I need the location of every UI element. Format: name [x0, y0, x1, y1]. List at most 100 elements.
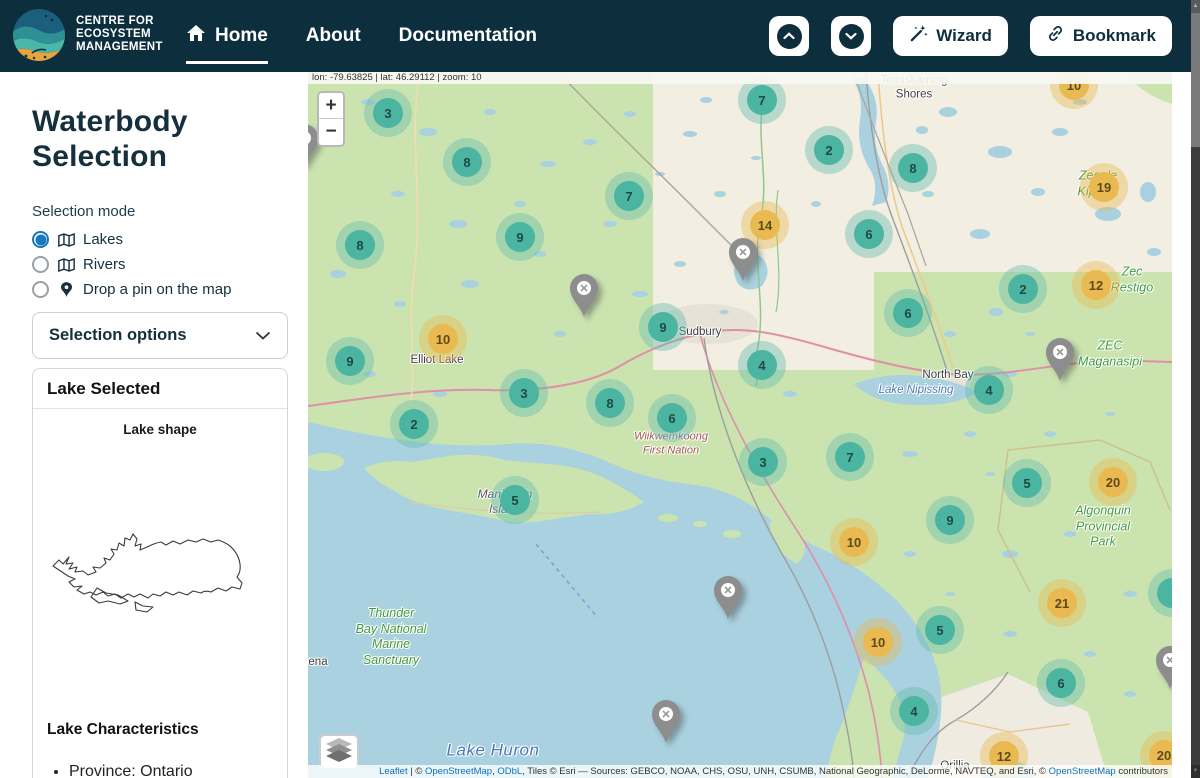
cluster-marker-teal[interactable]: 6 — [893, 298, 923, 328]
radio-rivers[interactable] — [32, 256, 49, 273]
cluster-marker-teal[interactable]: 2 — [1008, 274, 1038, 304]
cluster-marker-teal[interactable]: 8 — [452, 147, 482, 177]
cluster-marker-teal[interactable]: 3 — [373, 98, 403, 128]
map-pin-marker[interactable] — [650, 699, 682, 745]
wizard-button[interactable]: Wizard — [893, 16, 1008, 56]
lake-characteristics-list: Province: Ontario Identifier: wb_lak_018… — [69, 763, 287, 778]
map-pin-marker[interactable] — [712, 575, 744, 621]
cluster-marker-teal[interactable]: 8 — [898, 153, 928, 183]
nav-label: Documentation — [399, 25, 537, 47]
scrollbar-down-arrow-icon[interactable]: ▼ — [1191, 765, 1200, 778]
mode-label: Lakes — [83, 231, 123, 248]
header: CENTRE FOR ECOSYSTEM MANAGEMENT Home Abo… — [0, 0, 1200, 72]
cluster-marker-teal[interactable]: 6 — [657, 403, 687, 433]
selection-options-toggle[interactable]: Selection options — [32, 312, 288, 359]
lake-characteristics-title: Lake Characteristics — [47, 721, 287, 739]
scrollbar-thumb[interactable] — [1191, 13, 1200, 147]
cluster-marker-teal[interactable]: 7 — [747, 85, 777, 115]
map-marker-layer: Temiskaming ShoresSudburyNorth BayElliot… — [308, 72, 1172, 778]
bookmark-button[interactable]: Bookmark — [1030, 16, 1172, 56]
brand-line: MANAGEMENT — [76, 41, 163, 54]
app-root: CENTRE FOR ECOSYSTEM MANAGEMENT Home Abo… — [0, 0, 1200, 778]
nav-label: Home — [215, 25, 268, 47]
nav-item-about[interactable]: About — [306, 0, 361, 72]
expand-down-button[interactable] — [831, 16, 871, 56]
cluster-marker-teal[interactable]: 4 — [747, 350, 777, 380]
zoom-in-button[interactable]: + — [319, 93, 343, 119]
collapse-up-button[interactable] — [769, 16, 809, 56]
cluster-marker-teal[interactable]: 6 — [1046, 668, 1076, 698]
scrollbar-up-arrow-icon[interactable]: ▲ — [1191, 0, 1200, 13]
map-pin-marker[interactable] — [1154, 645, 1172, 691]
cluster-marker-teal[interactable]: 2 — [399, 409, 429, 439]
page-scrollbar[interactable]: ▲ ▼ — [1191, 0, 1200, 778]
cluster-marker-teal[interactable]: 9 — [648, 312, 678, 342]
cluster-marker-orange[interactable]: 21 — [1047, 588, 1077, 618]
cluster-marker-teal[interactable]: 9 — [335, 346, 365, 376]
attribution-link[interactable]: Leaflet — [379, 766, 408, 777]
chevron-up-icon — [777, 24, 802, 49]
cluster-marker-orange[interactable]: 14 — [750, 210, 780, 240]
cluster-marker-orange[interactable]: 12 — [1081, 270, 1111, 300]
cluster-marker-orange[interactable]: 10 — [428, 324, 458, 354]
home-icon — [186, 24, 206, 48]
attribution-link[interactable]: ODbL — [497, 766, 522, 777]
cluster-marker-teal[interactable]: 8 — [345, 230, 375, 260]
nav-item-home[interactable]: Home — [186, 0, 268, 72]
header-actions: Wizard Bookmark — [769, 16, 1172, 56]
map-container[interactable]: Temiskaming ShoresSudburyNorth BayElliot… — [308, 72, 1172, 778]
cluster-marker-teal[interactable]: 7 — [835, 442, 865, 472]
map-pin-marker[interactable] — [727, 237, 759, 283]
layers-icon — [326, 738, 352, 767]
cluster-marker-teal[interactable]: 5 — [1012, 468, 1042, 498]
pin-icon — [57, 282, 75, 297]
selection-mode-row[interactable]: Lakes — [32, 227, 292, 252]
cluster-marker-teal[interactable]: 3 — [509, 378, 539, 408]
chevron-down-icon — [839, 24, 864, 49]
selection-mode-group: Lakes Rivers Drop a pin on the map — [32, 227, 292, 302]
selection-mode-row[interactable]: Drop a pin on the map — [32, 277, 292, 302]
map-label: Lake Nipissing — [879, 383, 954, 397]
cluster-marker-teal[interactable]: 7 — [614, 181, 644, 211]
cluster-marker-orange[interactable]: 10 — [839, 527, 869, 557]
attribution-link[interactable]: OpenStreetMap — [1049, 766, 1116, 777]
nav-label: About — [306, 25, 361, 47]
cluster-marker-teal[interactable]: 4 — [974, 375, 1004, 405]
cluster-marker-teal[interactable]: 9 — [935, 505, 965, 535]
cluster-marker-teal[interactable]: 2 — [814, 135, 844, 165]
cluster-marker-orange[interactable]: 19 — [1089, 172, 1119, 202]
cluster-marker-teal[interactable]: 3 — [748, 447, 778, 477]
lake-shape-title: Lake shape — [33, 422, 287, 437]
lake-shape-figure — [39, 455, 281, 675]
brand-logo-icon — [12, 8, 66, 62]
radio-drop-pin[interactable] — [32, 281, 49, 298]
map-label: Zec Restigo — [1111, 264, 1153, 295]
cluster-marker-teal[interactable] — [1157, 578, 1172, 608]
nav-item-documentation[interactable]: Documentation — [399, 0, 537, 72]
radio-lakes[interactable] — [32, 231, 49, 248]
map-label: ena — [308, 655, 327, 669]
cluster-marker-orange[interactable]: 20 — [1098, 467, 1128, 497]
map-pin-marker[interactable] — [1044, 337, 1076, 383]
map-zoom-control: + − — [317, 91, 345, 147]
cluster-marker-teal[interactable]: 8 — [595, 388, 625, 418]
map-icon — [57, 258, 75, 272]
map-label: Lake Huron — [447, 739, 540, 760]
cluster-marker-teal[interactable]: 9 — [505, 222, 535, 252]
zoom-out-button[interactable]: − — [319, 119, 343, 145]
attribution-link[interactable]: OpenStreetMap — [425, 766, 492, 777]
selection-mode-row[interactable]: Rivers — [32, 252, 292, 277]
mode-label: Rivers — [83, 256, 126, 273]
cluster-marker-teal[interactable]: 5 — [925, 615, 955, 645]
map-pin-marker[interactable] — [568, 273, 600, 319]
cluster-marker-teal[interactable]: 4 — [899, 696, 929, 726]
bookmark-button-label: Bookmark — [1073, 26, 1156, 46]
main-nav: Home About Documentation — [186, 0, 537, 72]
map-label: Elliot Lake — [410, 353, 463, 367]
link-icon — [1046, 24, 1065, 48]
cluster-marker-orange[interactable]: 10 — [863, 627, 893, 657]
map-label: Algonquin Provincial Park — [1075, 504, 1131, 551]
cluster-marker-teal[interactable]: 6 — [854, 219, 884, 249]
map-attribution: Leaflet | © OpenStreetMap, ODbL, Tiles ©… — [308, 765, 1172, 778]
cluster-marker-teal[interactable]: 5 — [500, 485, 530, 515]
